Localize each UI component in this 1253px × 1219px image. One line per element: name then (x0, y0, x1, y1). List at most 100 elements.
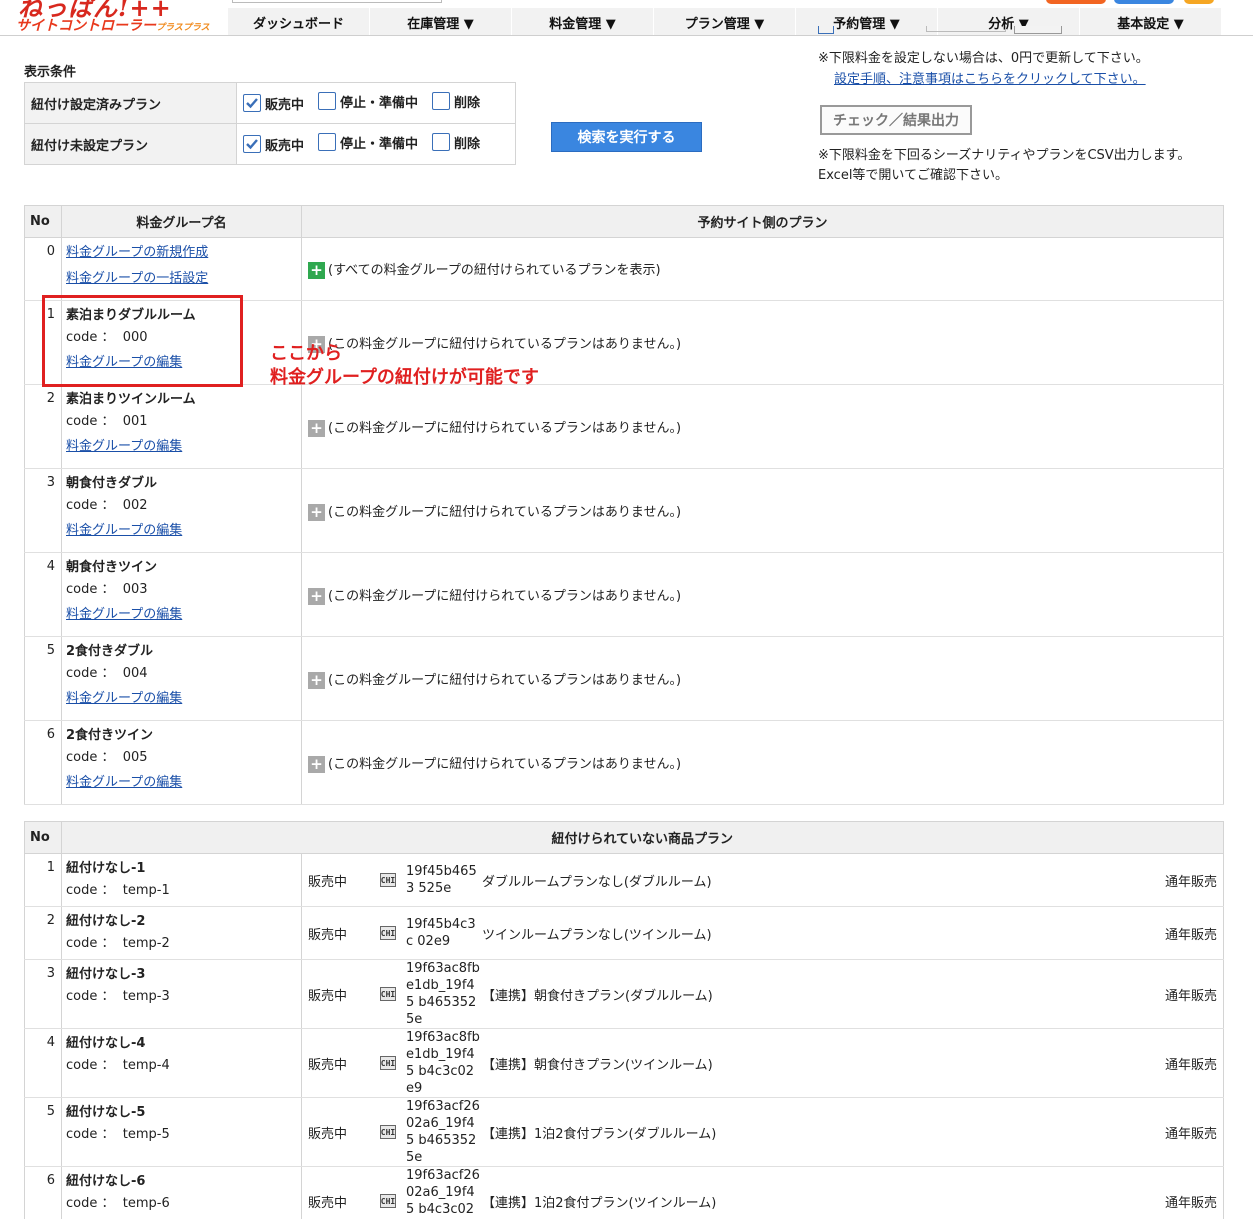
unlinked-row: 1 紐付けなし-1 code ： temp-1 販売中 CHI 19f45b4653 52… (24, 853, 1224, 907)
row-no: 2 (24, 384, 62, 469)
row-no: 6 (24, 720, 62, 805)
filter-option-label: 停止・準備中 (340, 95, 419, 111)
csv-note-line-2: Excel等で開いてご確認下さい。 (818, 168, 1009, 183)
filter-option-checkbox[interactable]: 販売中 (243, 135, 304, 154)
checkbox-icon[interactable] (432, 133, 451, 152)
unlinked-code: code ： temp-1 (66, 880, 301, 902)
procedure-link[interactable]: 設定手順、注意事項はこちらをクリックして下さい。 (834, 68, 1146, 87)
nav-item-6[interactable]: 基本設定 ▼ (1080, 8, 1222, 35)
annotation-line-2: 料金グループの紐付けが可能です (270, 367, 539, 388)
filter-option-checkbox[interactable]: 停止・準備中 (318, 92, 418, 111)
unlinked-plan-cell: 販売中 CHI 19f45b4653 525e ダブルルームプランなし(ダブルルーム)… (301, 853, 1224, 907)
plan-cell: + (この料金グループに紐付けられているプランはありません。) (301, 636, 1224, 721)
edit-group-link[interactable]: 料金グループの編集 (66, 523, 182, 538)
filter-option-label: 削除 (454, 136, 481, 152)
expand-plus-icon[interactable]: + (308, 671, 325, 689)
plan-name: 【連携】朝食付きプラン(ツインルーム) (482, 1057, 713, 1073)
plan-cell: + (すべての料金グループの紐付けられているプランを表示) (301, 237, 1224, 301)
sale-period: 通年販売 (1164, 1057, 1217, 1073)
edit-group-link[interactable]: 料金グループの編集 (66, 607, 182, 622)
unlinked-plan-cell: 販売中 CHI 19f63ac8fb e1db_19f45 b4653525e 【連携… (301, 959, 1224, 1029)
group-cell: 2食付きツイン code ： 005 料金グループの編集 (61, 720, 302, 805)
lower-limit-input[interactable] (926, 26, 1006, 32)
expand-plus-icon[interactable]: + (308, 755, 325, 773)
check-mark-icon (246, 139, 258, 150)
edit-group-link[interactable]: 料金グループの編集 (66, 775, 182, 790)
nav-item-0[interactable]: ダッシュボード (228, 8, 370, 35)
header-yellow-button[interactable] (1184, 0, 1214, 4)
edit-group-link[interactable]: 料金グループの編集 (66, 439, 182, 454)
group-row-0: 0 料金グループの新規作成 料金グループの一括設定 + (すべての料金グループの紐… (24, 237, 1224, 301)
code-value: temp-4 (122, 1058, 170, 1073)
unlinked-row: 4 紐付けなし-4 code ： temp-4 販売中 CHI 19f63ac8fb e1… (24, 1028, 1224, 1098)
checkbox-icon[interactable] (432, 92, 451, 111)
code-label: code ： (66, 666, 115, 681)
nav-item-1[interactable]: 在庫管理 ▼ (370, 8, 512, 35)
expand-plus-icon[interactable]: + (308, 503, 325, 521)
plan-text: (この料金グループに紐付けられているプランはありません。) (328, 420, 682, 436)
code-value: 003 (122, 582, 148, 597)
checkbox-icon[interactable] (243, 135, 261, 154)
unlinked-code: code ： temp-2 (66, 933, 301, 955)
checkbox-icon[interactable] (318, 133, 337, 152)
filter-option-checkbox[interactable]: 削除 (432, 92, 480, 111)
expand-plus-icon[interactable]: + (308, 587, 325, 605)
group-row: 2 素泊まりツインルーム code ： 001 料金グループの編集 + (この料金グループ… (24, 384, 1224, 469)
group-row: 4 朝食付きツイン code ： 003 料金グループの編集 + (この料金グループに紐付… (24, 552, 1224, 637)
unlinked-name: 紐付けなし-6 (66, 1174, 146, 1189)
unlinked-plan-cell: 販売中 CHI 19f63acf26 02a6_19f45 b4c3c02e9【連携… (301, 1166, 1224, 1219)
unlinked-code: code ： temp-5 (66, 1124, 301, 1146)
code-label: code ： (66, 936, 115, 951)
bulk-setting-link[interactable]: 料金グループの一括設定 (66, 271, 208, 286)
checkbox-icon[interactable] (318, 92, 337, 111)
group-name: 朝食付きダブル (66, 476, 158, 491)
filter-option-checkbox[interactable]: 販売中 (243, 94, 304, 113)
create-group-link[interactable]: 料金グループの新規作成 (66, 245, 208, 260)
edit-group-link[interactable]: 料金グループの編集 (66, 691, 182, 706)
filter-option-label: 販売中 (265, 138, 305, 154)
expand-plus-icon[interactable]: + (308, 419, 325, 437)
unlinked-row: 5 紐付けなし-5 code ： temp-5 販売中 CHI 19f63acf26 02… (24, 1097, 1224, 1167)
lower-limit-controls-fragment (818, 26, 1068, 40)
plan-text: (この料金グループに紐付けられているプランはありません。) (328, 588, 682, 604)
row-no: 6 (24, 1166, 62, 1219)
row-no: 5 (24, 636, 62, 721)
lower-limit-note: ※下限料金を設定しない場合は、0円で更新して下さい。 (818, 51, 1149, 66)
header-blue-button[interactable] (1114, 0, 1174, 4)
unlinked-group-cell: 紐付けなし-3 code ： temp-3 (61, 959, 302, 1029)
group-cell: 素泊まりツインルーム code ： 001 料金グループの編集 (61, 384, 302, 469)
check-output-button[interactable]: チェック／結果出力 (820, 105, 972, 135)
col-header-unlinked: 紐付けられていない商品プラン (301, 821, 1224, 854)
logo-subtitle: サイトコントローラープラスプラス (16, 15, 210, 35)
logo-sub-small-text: プラスプラス (156, 23, 210, 33)
checkbox-icon[interactable] (243, 94, 261, 113)
filter-option-checkbox[interactable]: 削除 (432, 133, 480, 152)
sale-period: 通年販売 (1164, 927, 1217, 943)
plan-cell: + (この料金グループに紐付けられているプランはありません。) (301, 552, 1224, 637)
header-search-input[interactable] (232, 0, 442, 3)
plan-code: 19f63acf26 02a6_19f45 b4c3c02e9 (406, 1168, 480, 1217)
lower-limit-checkbox[interactable] (818, 26, 834, 34)
highlight-box (42, 295, 243, 387)
nav-item-2[interactable]: 料金管理 ▼ (512, 8, 654, 35)
group-row: 5 2食付きダブル code ： 004 料金グループの編集 + (この料金グループに紐付… (24, 636, 1224, 721)
col-header-group: 料金グループ名 (61, 205, 302, 238)
search-button[interactable]: 検索を実行する (551, 122, 702, 152)
update-button[interactable] (1014, 26, 1062, 34)
filter-row-1: 紐付け未設定プラン 販売中 停止・準備中 削除 (24, 123, 516, 165)
annotation-line-1: ここから (270, 343, 342, 364)
row-no: 4 (24, 1028, 62, 1098)
unlinked-name: 紐付けなし-3 (66, 967, 146, 982)
plan-name: 【連携】1泊2食付プラン(ダブルルーム) (482, 1126, 717, 1142)
plan-name: 【連携】1泊2食付プラン(ツインルーム) (482, 1195, 717, 1211)
plan-status: 販売中 (308, 1195, 348, 1211)
plan-status: 販売中 (308, 1057, 348, 1073)
header-orange-button[interactable] (1046, 0, 1106, 4)
nav-item-3[interactable]: プラン管理 ▼ (654, 8, 796, 35)
filter-option-checkbox[interactable]: 停止・準備中 (318, 133, 418, 152)
csv-note: ※下限料金を下回るシーズナリティやプランをCSV出力します。 Excel等で開い… (818, 146, 1190, 186)
annotation-text: ここから 料金グループの紐付けが可能です (270, 342, 539, 390)
plan-code: 19f63ac8fb e1db_19f45 b4653525e (406, 961, 480, 1027)
code-label: code ： (66, 1058, 115, 1073)
expand-plus-icon[interactable]: + (308, 262, 325, 279)
